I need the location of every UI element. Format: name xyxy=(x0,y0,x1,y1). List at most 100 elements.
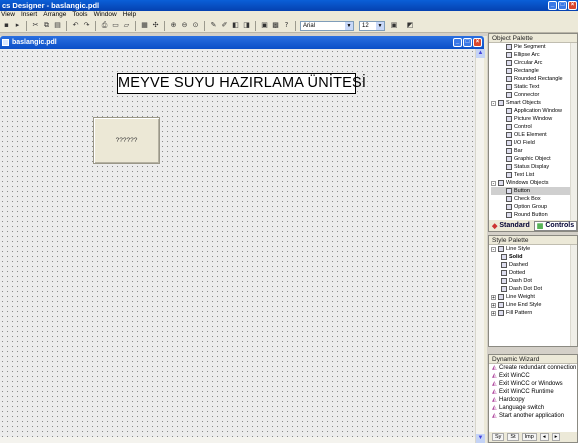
tree-item[interactable]: Dashed xyxy=(491,261,577,269)
scroll-up-icon[interactable]: ▲ xyxy=(476,49,485,58)
help-icon[interactable]: ? xyxy=(282,21,291,30)
tree-item[interactable]: Button xyxy=(491,187,577,195)
tree-item[interactable]: Bar xyxy=(491,147,577,155)
static-text-heading[interactable]: MEYVE SUYU HAZIRLAMA ÜNİTESİ xyxy=(117,73,366,94)
close-icon[interactable]: × xyxy=(568,1,577,10)
library-icon[interactable]: ▩ xyxy=(271,21,280,30)
menu-tools[interactable]: Tools xyxy=(72,11,87,19)
wizard-item[interactable]: ◭ Start another application xyxy=(492,412,577,420)
redo-icon[interactable]: ↷ xyxy=(82,21,91,30)
tab-controls[interactable]: ▦ Controls xyxy=(533,220,578,231)
snap-icon[interactable]: ✣ xyxy=(151,21,160,30)
tree-item[interactable]: Text List xyxy=(491,171,577,179)
font-size-select[interactable]: 12 ▼ xyxy=(359,20,385,31)
tree-item[interactable]: I/O Field xyxy=(491,139,577,147)
chevron-down-icon[interactable]: ▼ xyxy=(345,21,353,30)
vertical-scrollbar[interactable]: ▲ ▼ xyxy=(475,49,485,443)
menu-help[interactable]: Help xyxy=(123,11,136,19)
save-icon[interactable]: ▪ xyxy=(2,21,11,30)
align-right-icon[interactable]: ◨ xyxy=(242,21,251,30)
wizard-item[interactable]: ◭ Exit WinCC xyxy=(492,372,577,380)
tree-item[interactable]: Static Text xyxy=(491,83,577,91)
expand-icon[interactable]: + xyxy=(491,310,496,316)
horizontal-scrollbar[interactable] xyxy=(0,437,475,443)
wizard-item[interactable]: ◭ Create redundant connection xyxy=(492,364,577,372)
collapse-icon[interactable]: - xyxy=(491,246,496,252)
menu-view[interactable]: View xyxy=(1,11,15,19)
pen-icon[interactable]: ✐ xyxy=(220,21,229,30)
tree-item[interactable]: Application Window xyxy=(491,107,577,115)
tab-imp[interactable]: Imp xyxy=(521,433,537,441)
tool-icon[interactable]: ✎ xyxy=(209,21,218,30)
minimize-icon[interactable]: _ xyxy=(453,38,462,47)
collapse-icon[interactable]: - xyxy=(491,100,496,106)
tree-item[interactable]: OLE Element xyxy=(491,131,577,139)
paste-icon[interactable]: ▤ xyxy=(53,21,62,30)
layer-down-icon[interactable]: ▱ xyxy=(122,21,131,30)
tree-item[interactable]: Rounded Rectangle xyxy=(491,75,577,83)
tree-item[interactable]: Dash Dot xyxy=(491,277,577,285)
color-icon[interactable]: ▣ xyxy=(387,21,401,30)
tree-item[interactable]: + Fill Pattern xyxy=(491,309,577,317)
maximize-icon[interactable]: □ xyxy=(463,38,472,47)
tab-st[interactable]: St xyxy=(507,433,519,441)
chevron-down-icon[interactable]: ▼ xyxy=(376,21,384,30)
tree-item[interactable]: Ellipse Arc xyxy=(491,51,577,59)
tree-item[interactable]: Picture Window xyxy=(491,115,577,123)
tree-item[interactable]: Graphic Object xyxy=(491,155,577,163)
zoom-icon[interactable]: ⊙ xyxy=(191,21,200,30)
tree-item[interactable]: Status Display xyxy=(491,163,577,171)
drawing-canvas[interactable]: MEYVE SUYU HAZIRLAMA ÜNİTESİ ?????? xyxy=(0,49,475,437)
tab-prev-icon[interactable]: ◂ xyxy=(539,433,549,441)
zoom-out-icon[interactable]: ⊖ xyxy=(180,21,189,30)
wizard-item[interactable]: ◭ Exit WinCC Runtime xyxy=(492,388,577,396)
menu-window[interactable]: Window xyxy=(94,11,117,19)
scroll-down-icon[interactable]: ▼ xyxy=(476,434,485,443)
play-icon[interactable]: ▸ xyxy=(13,21,22,30)
tree-item[interactable]: Rectangle xyxy=(491,67,577,75)
tab-standard[interactable]: ◆ Standard xyxy=(492,222,530,230)
io-field-object[interactable]: ?????? xyxy=(93,117,160,164)
maximize-icon[interactable]: □ xyxy=(558,1,567,10)
minimize-icon[interactable]: _ xyxy=(548,1,557,10)
tree-item[interactable]: Solid xyxy=(491,253,577,261)
layer-icon[interactable]: ▭ xyxy=(111,21,120,30)
tab-next-icon[interactable]: ▸ xyxy=(551,433,561,441)
zoom-in-icon[interactable]: ⊕ xyxy=(169,21,178,30)
menu-insert[interactable]: Insert xyxy=(21,11,37,19)
close-icon[interactable]: × xyxy=(473,38,482,47)
tree-item[interactable]: Check Box xyxy=(491,195,577,203)
undo-icon[interactable]: ↶ xyxy=(71,21,80,30)
tree-item[interactable]: + Line Weight xyxy=(491,293,577,301)
grid-icon[interactable]: ▦ xyxy=(140,21,149,30)
tree-item[interactable]: - Line Style xyxy=(491,245,577,253)
copy-icon[interactable]: ⧉ xyxy=(42,21,51,30)
expand-icon[interactable]: + xyxy=(491,302,496,308)
tree-item[interactable]: Dash Dot Dot xyxy=(491,285,577,293)
object-palette-scrollbar[interactable] xyxy=(570,43,577,221)
tree-item[interactable]: - Smart Objects xyxy=(491,99,577,107)
properties-icon[interactable]: ▣ xyxy=(260,21,269,30)
tree-item[interactable]: Dotted xyxy=(491,269,577,277)
align-left-icon[interactable]: ◧ xyxy=(231,21,240,30)
tree-item[interactable]: Circular Arc xyxy=(491,59,577,67)
tree-item[interactable]: Pie Segment xyxy=(491,43,577,51)
tree-item[interactable]: Connector xyxy=(491,91,577,99)
palette-icon[interactable]: ◩ xyxy=(403,21,417,30)
tree-item[interactable]: Control xyxy=(491,123,577,131)
print-icon[interactable]: ⎙ xyxy=(100,21,109,30)
style-palette-scrollbar[interactable] xyxy=(570,245,577,346)
collapse-icon[interactable]: - xyxy=(491,180,496,186)
wizard-item[interactable]: ◭ Hardcopy xyxy=(492,396,577,404)
menu-arrange[interactable]: Arrange xyxy=(43,11,66,19)
expand-icon[interactable]: + xyxy=(491,294,496,300)
font-select[interactable]: Arial ▼ xyxy=(300,20,354,31)
tree-item[interactable]: + Line End Style xyxy=(491,301,577,309)
tree-item[interactable]: Option Group xyxy=(491,203,577,211)
tree-item[interactable]: - Windows Objects xyxy=(491,179,577,187)
tree-item[interactable]: Round Button xyxy=(491,211,577,219)
wizard-item[interactable]: ◭ Exit WinCC or Windows xyxy=(492,380,577,388)
cut-icon[interactable]: ✂ xyxy=(31,21,40,30)
wizard-item[interactable]: ◭ Language switch xyxy=(492,404,577,412)
tab-sy[interactable]: Sy xyxy=(492,433,505,441)
